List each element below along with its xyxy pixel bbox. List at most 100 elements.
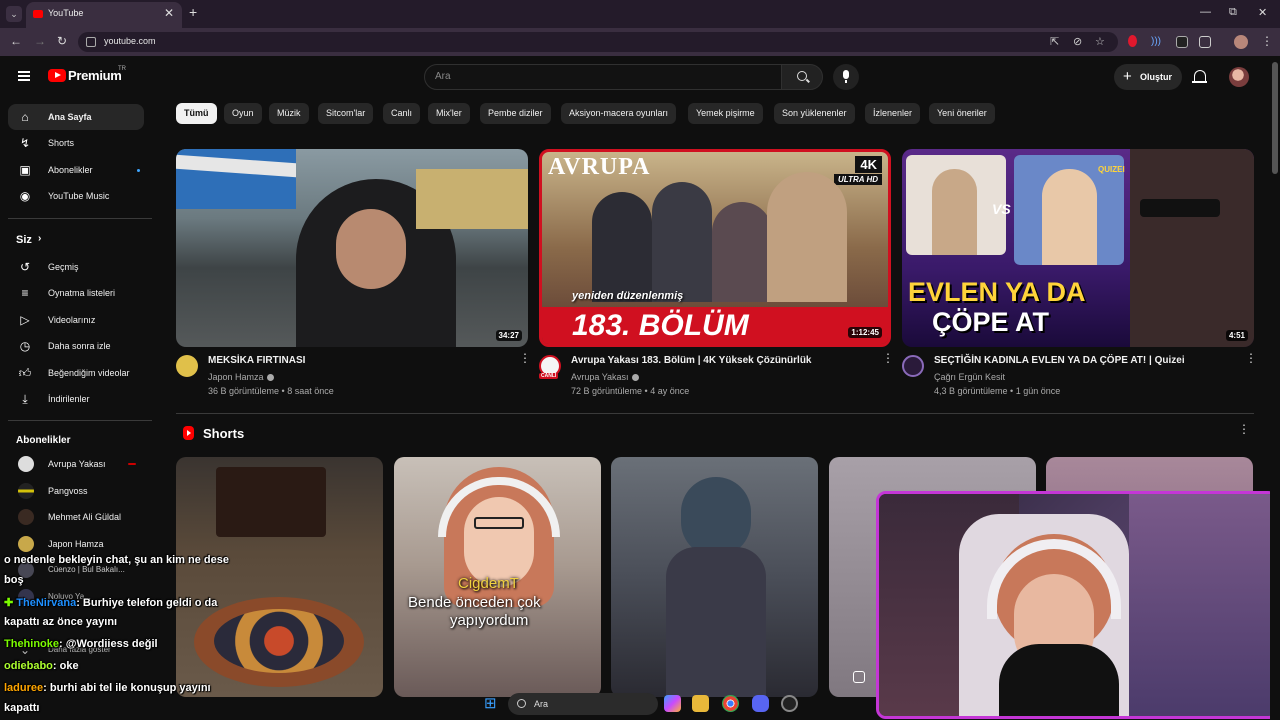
channel-avatar[interactable] (176, 355, 198, 377)
windows-start-icon[interactable]: ⊞ (484, 695, 501, 712)
sidebar-item-history[interactable]: ↺ Geçmiş (8, 254, 144, 280)
shorts-logo-icon (183, 426, 194, 440)
chip-recently-uploaded[interactable]: Son yüklenenler (774, 103, 855, 124)
chip-mixes[interactable]: Mix'ler (428, 103, 470, 124)
account-avatar[interactable] (1229, 67, 1249, 87)
video-thumbnail[interactable]: VS QUIZEI EVLEN YA DA ÇÖPE AT 4:51 (902, 149, 1254, 347)
eye-off-icon[interactable]: ⊘ (1073, 35, 1082, 48)
new-tab-button[interactable]: + (189, 4, 197, 20)
address-bar[interactable]: youtube.com ⇱ ⊘ ☆ (78, 32, 1118, 52)
sidebar-item-home[interactable]: ⌂ Ana Sayfa (8, 104, 144, 130)
voice-search-button[interactable] (833, 64, 859, 90)
chip-live[interactable]: Canlı (383, 103, 421, 124)
maximize-button[interactable]: ⧉ (1229, 6, 1237, 19)
scrollbar-thumb[interactable] (1272, 62, 1278, 174)
person-silhouette (592, 192, 652, 302)
notifications-bell-icon[interactable] (1192, 70, 1207, 83)
sidebar-sub-mehmet-ali[interactable]: Mehmet Ali Güldal (8, 504, 144, 530)
watch-later-icon: ◷ (19, 339, 31, 353)
chip-cooking[interactable]: Yemek pişirme (688, 103, 763, 124)
close-window-button[interactable]: ✕ (1258, 6, 1267, 19)
sidebar-sub-pangvoss[interactable]: Pangvoss (8, 478, 144, 504)
video-thumbnail[interactable]: AVRUPA 4K ULTRA HD yeniden düzenlenmiş 1… (539, 149, 891, 347)
chrome-icon[interactable] (722, 695, 739, 712)
file-explorer-icon[interactable] (692, 695, 709, 712)
channel-name[interactable]: Japon Hamza (208, 372, 274, 382)
extension-dark-icon[interactable] (1176, 36, 1188, 48)
video-title[interactable]: MEKSİKA FIRTINASI (208, 355, 305, 366)
site-info-icon[interactable] (86, 37, 96, 47)
logo-text[interactable]: Premium (68, 68, 122, 83)
short-card[interactable] (176, 457, 383, 697)
back-arrow-icon[interactable]: ← (10, 34, 22, 48)
create-button[interactable]: + Oluştur (1114, 64, 1182, 90)
sidebar-item-your-videos[interactable]: ▷ Videolarınız (8, 307, 144, 333)
chip-new-to-you[interactable]: Yeni öneriler (929, 103, 995, 124)
channel-avatar[interactable] (902, 355, 924, 377)
tab-list-button[interactable]: ⌄ (6, 6, 22, 22)
chip-action-adventure[interactable]: Aksiyon-macera oyunları (561, 103, 677, 124)
chip-watched[interactable]: İzlenenler (865, 103, 921, 124)
duration-badge: 1:12:45 (848, 327, 882, 338)
chip-music[interactable]: Müzik (269, 103, 309, 124)
discord-icon[interactable] (752, 695, 769, 712)
face-shape (336, 209, 406, 289)
liked-icon: 👍︎ (18, 366, 32, 380)
chip-gaming[interactable]: Oyun (224, 103, 262, 124)
app-icon[interactable] (781, 695, 798, 712)
section-divider (176, 413, 1254, 414)
search-input[interactable] (435, 71, 765, 82)
vs-text: VS (992, 201, 1011, 217)
profile-avatar-icon[interactable] (1234, 35, 1248, 49)
search-box[interactable] (424, 64, 782, 90)
youtube-logo-icon[interactable] (48, 69, 66, 82)
sidebar-item-music[interactable]: ◉ YouTube Music (8, 183, 144, 209)
shorts-more-options-icon[interactable]: ⋮ (1238, 423, 1250, 435)
more-options-icon[interactable]: ⋮ (882, 352, 894, 364)
sidebar-item-playlists[interactable]: ≡ Oynatma listeleri (8, 280, 144, 306)
minimize-button[interactable]: — (1200, 6, 1211, 18)
chevron-right-icon[interactable]: › (38, 233, 41, 244)
forward-arrow-icon[interactable]: → (34, 34, 46, 48)
chat-message: o nedenle bekleyin chat, şu an kim ne de… (4, 554, 229, 566)
more-options-icon[interactable]: ⋮ (519, 352, 531, 364)
chip-all[interactable]: Tümü (176, 103, 217, 124)
taskbar-search[interactable]: Ara (508, 693, 658, 715)
channel-name[interactable]: Avrupa Yakası (571, 372, 639, 382)
chip-soap-operas[interactable]: Pembe diziler (480, 103, 551, 124)
copilot-icon[interactable] (664, 695, 681, 712)
person-silhouette (767, 172, 847, 302)
sidebar-item-liked[interactable]: 👍︎ Beğendiğim videolar (8, 360, 144, 386)
shirt-shape (999, 644, 1119, 716)
page-scrollbar[interactable] (1270, 56, 1280, 720)
thumb-show-title: AVRUPA (548, 154, 651, 180)
extension-red-icon[interactable] (1128, 35, 1137, 47)
tab-close-icon[interactable]: ✕ (164, 6, 174, 20)
channel-name[interactable]: Çağrı Ergün Kesit (934, 372, 1005, 382)
video-title[interactable]: Avrupa Yakası 183. Bölüm | 4K Yüksek Çöz… (571, 355, 811, 366)
video-title[interactable]: SEÇTİĞİN KADINLA EVLEN YA DA ÇÖPE AT! | … (934, 355, 1185, 366)
hamburger-menu-icon[interactable] (18, 71, 30, 81)
sidebar-item-subscriptions[interactable]: ▣ Abonelikler (8, 157, 144, 183)
sidebar-item-watch-later[interactable]: ◷ Daha sonra izle (8, 333, 144, 359)
sidebar-item-downloads[interactable]: ⤓ İndirilenler (8, 386, 144, 412)
more-options-icon[interactable]: ⋮ (1245, 352, 1257, 364)
extensions-puzzle-icon[interactable] (1199, 36, 1211, 48)
sidebar-sub-avrupa-yakasi[interactable]: Avrupa Yakası (8, 451, 144, 477)
sidebar-item-shorts[interactable]: ↯ Shorts (8, 130, 144, 156)
chip-sitcoms[interactable]: Sitcom'lar (318, 103, 374, 124)
video-thumbnail[interactable]: 34:27 (176, 149, 528, 347)
reload-icon[interactable]: ↻ (57, 34, 67, 48)
short-card[interactable]: CigdemT Bende önceden çok yapıyordum (394, 457, 601, 697)
browser-tab-youtube[interactable]: YouTube ✕ (26, 2, 182, 28)
chat-badge-icon: ✚ (4, 597, 17, 609)
bookmark-star-icon[interactable]: ☆ (1095, 35, 1105, 48)
search-button[interactable] (781, 64, 823, 90)
short-card[interactable] (611, 457, 818, 697)
extension-wave-icon[interactable]: ))) (1151, 36, 1163, 48)
avatar (18, 483, 34, 499)
video-meta: 36 B görüntüleme • 8 saat önce (208, 386, 334, 396)
cast-icon[interactable]: ⇱ (1050, 35, 1059, 48)
you-heading[interactable]: Siz (16, 234, 32, 246)
browser-menu-icon[interactable]: ⋮ (1261, 34, 1273, 48)
